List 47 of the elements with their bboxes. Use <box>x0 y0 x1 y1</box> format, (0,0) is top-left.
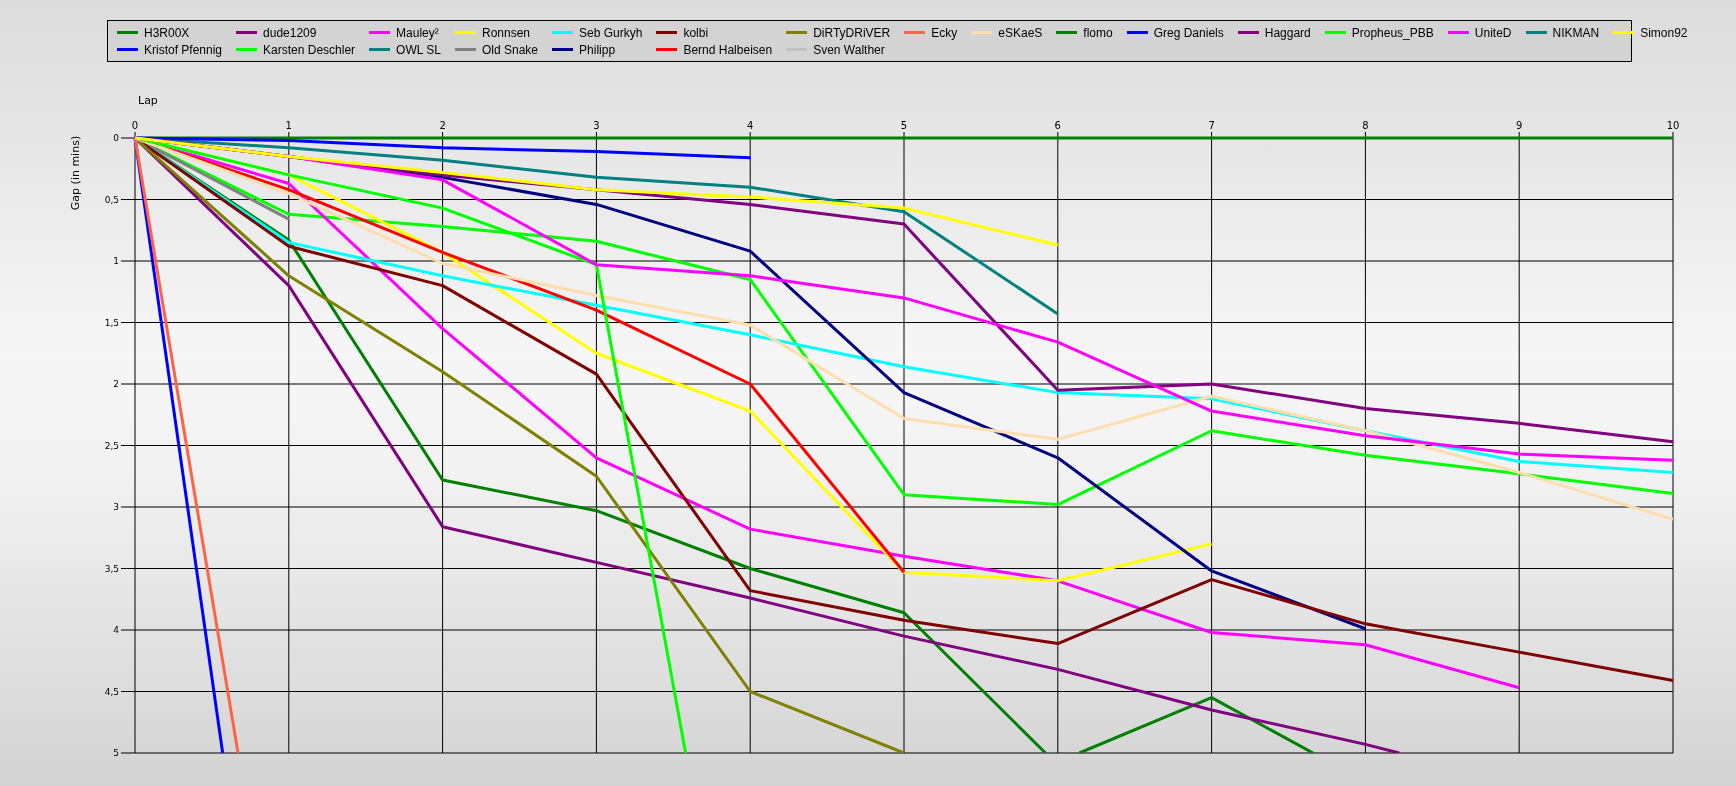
x-tick-label: 4 <box>747 120 754 131</box>
y-tick-label: 0,5 <box>104 194 119 205</box>
x-tick-label: 3 <box>593 120 600 131</box>
y-tick-label: 0 <box>113 133 119 143</box>
legend-label: Kristof Pfennig <box>144 42 223 57</box>
legend-label: Karsten Deschler <box>263 42 356 57</box>
y-tick-label: 2,5 <box>104 440 119 451</box>
legend-label: eSKaeS <box>998 25 1043 40</box>
legend-label: DiRTyDRiVER <box>813 25 891 40</box>
y-tick-label: 3,5 <box>104 563 119 574</box>
legend-label: H3R00X <box>144 25 190 40</box>
y-tick-label: 3 <box>113 502 119 512</box>
legend-label: Ecky <box>931 25 958 40</box>
x-tick-label: 2 <box>439 120 446 131</box>
legend-label: Ronnsen <box>482 25 531 40</box>
legend-label: Haggard <box>1264 25 1311 40</box>
legend-label: Sven Walther <box>813 42 885 57</box>
y-tick-label: 5 <box>113 748 119 758</box>
x-tick-label: 9 <box>1516 120 1523 131</box>
legend-label: OWL SL <box>396 42 441 57</box>
y-tick-label: 4,5 <box>104 686 119 697</box>
legend-label: Simon92 <box>1640 25 1688 40</box>
legend-label: Bernd Halbeisen <box>683 42 773 57</box>
legend-label: Greg Daniels <box>1153 25 1224 40</box>
y-tick-label: 2 <box>113 379 119 389</box>
y-tick-label: 1 <box>113 256 119 266</box>
y-axis-title: Gap (in mins) <box>69 135 82 211</box>
legend-label: Propheus_PBB <box>1351 25 1434 40</box>
legend-label: Mauley² <box>396 25 439 40</box>
legend-label: dude1209 <box>263 25 317 40</box>
legend-label: Philipp <box>579 42 616 57</box>
x-tick-label: 6 <box>1054 120 1061 131</box>
y-tick-label: 4 <box>113 625 119 635</box>
legend-label: UniteD <box>1474 25 1512 40</box>
x-tick-label: 0 <box>131 120 139 131</box>
x-axis-title: Lap <box>138 94 158 107</box>
x-tick-label: 8 <box>1362 120 1369 131</box>
legend-label: flomo <box>1083 25 1113 40</box>
y-tick-label: 1,5 <box>104 317 119 328</box>
legend-label: NIKMAN <box>1552 25 1600 40</box>
x-tick-label: 7 <box>1208 120 1215 131</box>
legend-label: Seb Gurkyh <box>579 25 643 40</box>
legend-label: kolbi <box>683 25 709 40</box>
x-tick-label: 1 <box>285 120 292 131</box>
x-tick-label: 5 <box>900 120 908 131</box>
legend-label: Old Snake <box>482 42 539 57</box>
x-tick-label: 10 <box>1666 120 1680 131</box>
